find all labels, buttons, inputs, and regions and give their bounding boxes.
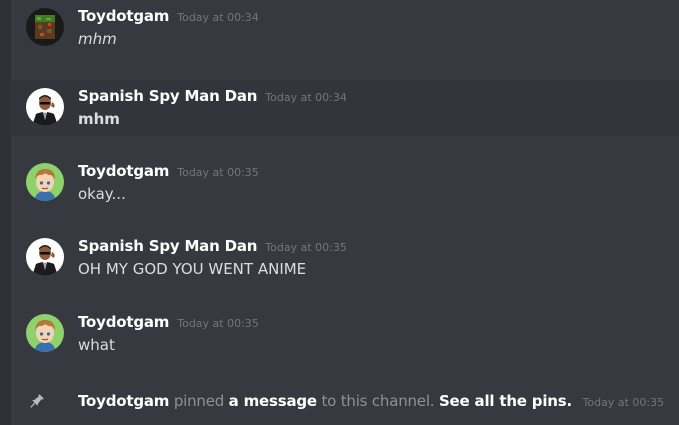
message-row[interactable]: Toydotgam Today at 00:35 what: [11, 306, 679, 362]
message-author[interactable]: Toydotgam Today at 00:34: [78, 7, 259, 25]
message-timestamp: Today at 00:34: [177, 11, 259, 24]
message-timestamp: Today at 00:35: [177, 317, 259, 330]
pinned-system-message: Toydotgam pinned a message to this chann…: [11, 381, 679, 421]
message-author[interactable]: Spanish Spy Man Dan Today at 00:35: [78, 237, 347, 255]
pin-icon: [26, 392, 46, 412]
anime-boy-avatar[interactable]: [26, 163, 64, 201]
system-message-timestamp: Today at 00:35: [582, 396, 665, 409]
message-content: what: [78, 336, 115, 354]
anime-boy-avatar[interactable]: [26, 314, 64, 352]
suited-man-avatar[interactable]: [26, 88, 64, 126]
minecraft-block-avatar[interactable]: [26, 8, 64, 46]
message-timestamp: Today at 00:35: [177, 166, 259, 179]
message-row[interactable]: Toydotgam Today at 00:34 mhm: [11, 0, 679, 56]
left-edge-bar: [0, 0, 11, 425]
system-message-text: Toydotgam pinned a message to this chann…: [78, 392, 664, 410]
suited-man-avatar[interactable]: [26, 238, 64, 276]
message-content: OH MY GOD YOU WENT ANIME: [78, 260, 307, 278]
system-message-action: pinned: [173, 392, 225, 410]
system-message-author[interactable]: Toydotgam: [78, 392, 169, 410]
message-author[interactable]: Spanish Spy Man Dan Today at 00:34: [78, 87, 347, 105]
see-all-pins-link[interactable]: See all the pins.: [439, 392, 572, 410]
message-timestamp: Today at 00:35: [265, 241, 347, 254]
message-content: mhm: [78, 110, 120, 128]
message-author[interactable]: Toydotgam Today at 00:35: [78, 162, 259, 180]
message-content: mhm: [78, 30, 117, 48]
message-row[interactable]: Spanish Spy Man Dan Today at 00:35 OH MY …: [11, 230, 679, 286]
message-content: okay...: [78, 185, 126, 203]
chat-view: Toydotgam Today at 00:34 mhm Spanish Spy …: [0, 0, 679, 425]
pinned-message-link[interactable]: a message: [229, 392, 317, 410]
message-author[interactable]: Toydotgam Today at 00:35: [78, 313, 259, 331]
message-row[interactable]: Spanish Spy Man Dan Today at 00:34 mhm: [11, 80, 679, 136]
system-message-middle: to this channel.: [321, 392, 435, 410]
message-timestamp: Today at 00:34: [265, 91, 347, 104]
message-row[interactable]: Toydotgam Today at 00:35 okay...: [11, 155, 679, 211]
